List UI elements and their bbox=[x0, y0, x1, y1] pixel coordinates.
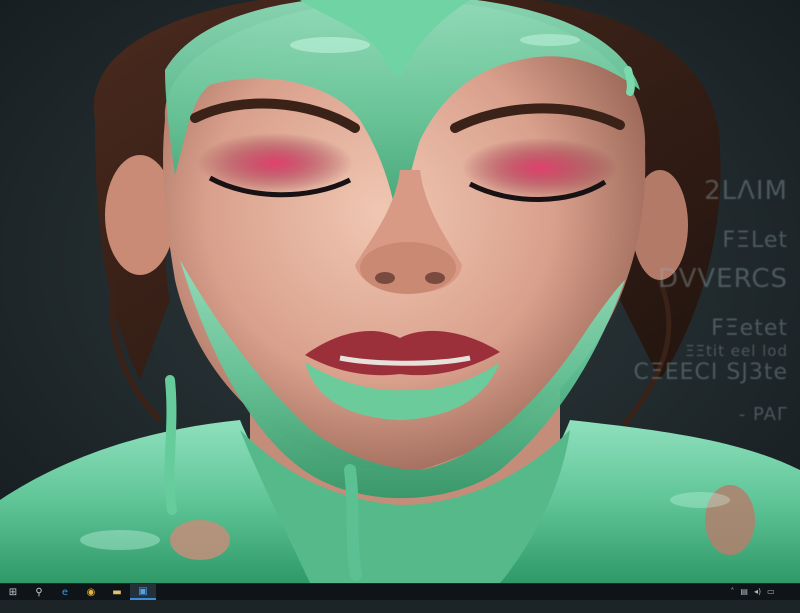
store-button[interactable]: ▣ bbox=[130, 584, 156, 600]
store-icon: ▣ bbox=[138, 585, 148, 597]
start-button[interactable]: ⊞ bbox=[0, 584, 26, 600]
battery-icon[interactable]: ▭ bbox=[767, 588, 775, 596]
volume-icon[interactable]: ◂) bbox=[754, 588, 761, 596]
folder-icon: ▬ bbox=[112, 586, 122, 598]
edge-icon: e bbox=[61, 586, 69, 598]
taskbar-apps: ⊞ ⚲ e ◉ ▬ ▣ bbox=[0, 584, 156, 600]
background-text-line: ΞΞtit eel lod bbox=[685, 342, 788, 360]
chrome-button[interactable]: ◉ bbox=[78, 584, 104, 600]
background-text-line: CΞEECI SJ3te bbox=[633, 360, 788, 385]
network-icon[interactable]: ▤ bbox=[740, 588, 748, 596]
background-text-line: FΞetet bbox=[711, 316, 788, 341]
background-text-line: FΞLet bbox=[722, 228, 788, 253]
chrome-icon: ◉ bbox=[86, 586, 96, 598]
search-button[interactable]: ⚲ bbox=[26, 584, 52, 600]
windows-logo-icon: ⊞ bbox=[8, 586, 18, 598]
search-icon: ⚲ bbox=[35, 586, 43, 598]
desktop-wallpaper: 2LΛIM FΞLet DVVERCS FΞetet ΞΞtit eel lod… bbox=[0, 0, 800, 583]
system-tray: ˄ ▤ ◂) ▭ bbox=[730, 584, 800, 600]
background-text-line: 2LΛIM bbox=[704, 176, 788, 206]
taskbar: ⊞ ⚲ e ◉ ▬ ▣ ˄ ▤ ◂) ▭ bbox=[0, 583, 800, 600]
chevron-up-icon[interactable]: ˄ bbox=[730, 588, 734, 596]
file-explorer-button[interactable]: ▬ bbox=[104, 584, 130, 600]
clock[interactable] bbox=[781, 571, 794, 613]
background-text-line: DVVERCS bbox=[658, 264, 788, 294]
background-text-line: - PAΓ bbox=[738, 404, 788, 425]
edge-button[interactable]: e bbox=[52, 584, 78, 600]
